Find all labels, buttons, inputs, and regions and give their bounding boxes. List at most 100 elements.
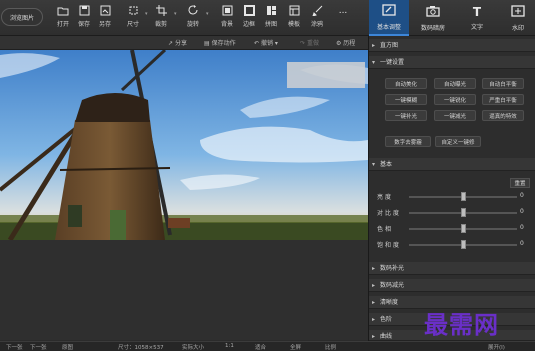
hue-thumb[interactable] [460,224,466,233]
collage-label: 拼图 [264,21,277,28]
crop-button[interactable]: 裁剪 [150,5,172,33]
collage-icon [265,5,277,16]
border-button[interactable]: 边框 [238,5,260,33]
reset-button[interactable]: 重置 [510,178,530,188]
history-button[interactable]: ⚙ 历程 [336,38,355,47]
resize-button[interactable]: 尺寸 [122,5,144,33]
contrast-value: 0 [520,208,524,215]
history-label: 历程 [343,40,356,47]
template-label: 模板 [287,21,300,28]
rotate-label: 旋转 [186,21,199,28]
expand-button[interactable]: 展开(I) [488,343,505,351]
status-bar: 下一张 下一张 原图 尺寸：1058×537 实际大小 1:1 适合 全屏 比例… [0,341,535,351]
tab-darkroom-label: 数码暗房 [420,24,445,32]
basic-label: 基本 [380,161,393,168]
realistic-effect-button[interactable]: 逼真的特效 [482,110,524,121]
collage-button[interactable]: 拼图 [260,5,282,33]
save-as-button[interactable]: 另存 [94,5,116,33]
main-toolbar: 浏览图片 打开 保存 另存 尺寸 ▾ 裁剪 ▾ 旋转 ▾ 背景 边框 拼图 模板… [0,0,368,36]
one-to-one-button[interactable]: 1:1 [225,343,234,349]
saturation-slider[interactable]: 饱和度 0 [369,238,535,250]
template-button[interactable]: 模板 [283,5,305,33]
hue-label: 色相 [377,226,394,233]
one-click-blur-button[interactable]: 一键模糊 [385,94,427,105]
brightness-thumb[interactable] [460,192,466,201]
site-watermark: 最需网 [424,311,499,339]
rotate-icon [187,5,199,16]
actual-size-button[interactable]: 实际大小 [182,343,204,351]
contrast-label: 对比度 [377,210,402,217]
tab-watermark-label: 水印 [511,24,524,32]
save-action-label: 保存动作 [211,40,236,47]
save-button[interactable]: 保存 [73,5,95,33]
background-label: 背景 [220,21,233,28]
folder-icon [57,5,69,16]
saturation-label: 饱和度 [377,242,402,249]
tab-basic-adjust[interactable]: 基本调整 [369,0,409,36]
tab-watermark[interactable]: 水印 [498,0,535,36]
original-button[interactable]: 原图 [62,343,73,351]
undo-button[interactable]: ↶ 撤销 ▾ [254,38,278,47]
one-click-sharpen-button[interactable]: 一键锐化 [434,94,476,105]
brightness-slider[interactable]: 亮度 0 [369,190,535,202]
border-label: 边框 [242,21,255,28]
watermark-icon [511,4,525,19]
open-button[interactable]: 打开 [52,5,74,33]
one-click-reduce-light-button[interactable]: 一键减光 [434,110,476,121]
share-button[interactable]: ↗ 分享 [168,38,187,47]
rotate-dropdown-icon[interactable]: ▾ [206,11,209,17]
background-icon [221,5,233,16]
prev-image-button[interactable]: 下一张 [6,343,23,351]
save-action-button[interactable]: ▤ 保存动作 [204,38,236,47]
crop-dropdown-icon[interactable]: ▾ [174,11,177,17]
clarity-label: 清晰度 [380,299,399,306]
histogram-label: 直方图 [380,42,399,49]
adjust-panel: 直方图 一键设置 自动美化 自动曝光 自动白平衡 一键模糊 一键锐化 严重白平衡… [368,36,535,343]
brush-label: 涂鸦 [310,21,323,28]
more-button[interactable]: ... [332,5,354,33]
tab-darkroom[interactable]: 数码暗房 [413,0,453,36]
template-icon [288,5,300,16]
one-click-fill-light-button[interactable]: 一键补光 [385,110,427,121]
redo-label: 重做 [306,40,319,47]
auto-white-balance-button[interactable]: 自动白平衡 [482,78,524,89]
saturation-thumb[interactable] [460,240,466,249]
custom-one-click-button[interactable]: 自定义一键修 [435,136,481,147]
contrast-thumb[interactable] [460,208,466,217]
background-button[interactable]: 背景 [216,5,238,33]
auto-beautify-button[interactable]: 自动美化 [385,78,427,89]
brightness-value: 0 [520,192,524,199]
reduce-light-section[interactable]: 数码减光 [369,279,535,292]
histogram-section[interactable]: 直方图 [369,39,535,52]
save-icon [78,5,90,16]
levels-label: 色阶 [380,316,393,323]
border-icon [243,5,255,16]
resize-label: 尺寸 [126,21,139,28]
tab-text[interactable]: T 文字 [457,0,497,36]
crop-icon [155,5,167,16]
strict-white-balance-button[interactable]: 严重白平衡 [482,94,524,105]
fit-button[interactable]: 适合 [255,343,266,351]
contrast-slider[interactable]: 对比度 0 [369,206,535,218]
tab-basic-adjust-label: 基本调整 [376,23,401,31]
action-bar: ↗ 分享 ▤ 保存动作 ↶ 撤销 ▾ ↷ 重做 ⚙ 历程 [0,36,368,50]
one-click-section[interactable]: 一键设置 [369,56,535,69]
fullscreen-button[interactable]: 全屏 [290,343,301,351]
browse-images-button[interactable]: 浏览图片 [1,8,43,26]
auto-exposure-button[interactable]: 自动曝光 [434,78,476,89]
crop-label: 裁剪 [154,21,167,28]
dehaze-button[interactable]: 数字去雾霾 [385,136,431,147]
hue-slider[interactable]: 色相 0 [369,222,535,234]
brightness-label: 亮度 [377,194,394,201]
basic-section[interactable]: 基本 [369,158,535,171]
adjust-icon [382,3,396,18]
more-icon: ... [338,5,348,16]
resize-dropdown-icon[interactable]: ▾ [145,11,148,17]
reduce-light-label: 数码减光 [380,282,405,289]
zoom-label: 比例 [325,345,337,351]
fill-light-section[interactable]: 数码补光 [369,262,535,275]
rotate-button[interactable]: 旋转 [182,5,204,33]
brush-button[interactable]: 涂鸦 [306,5,328,33]
redo-button[interactable]: ↷ 重做 [300,38,319,47]
next-image-button[interactable]: 下一张 [30,343,47,351]
